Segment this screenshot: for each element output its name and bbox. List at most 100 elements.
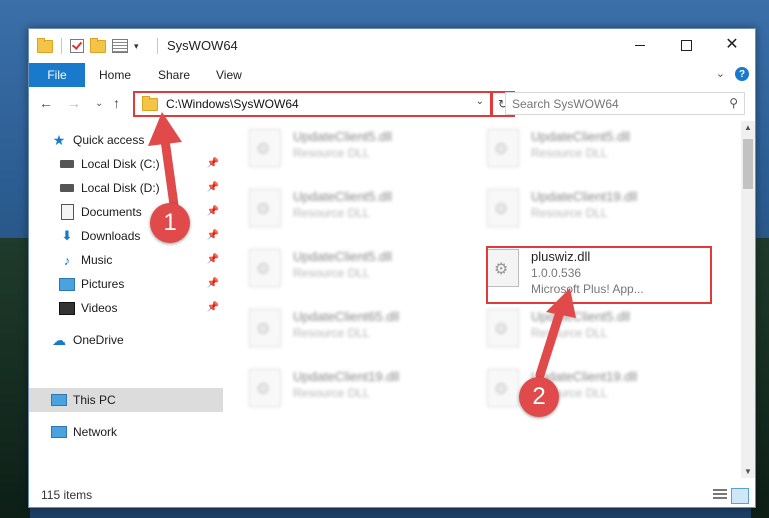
help-icon[interactable]: ? — [735, 67, 749, 81]
large-icons-view-icon[interactable] — [731, 488, 749, 504]
file-name: UpdateClient5.dll — [293, 249, 393, 264]
pin-icon[interactable]: 📌 — [207, 302, 219, 313]
title-separator — [157, 38, 158, 54]
drive-icon — [59, 180, 75, 196]
details-view-icon[interactable] — [713, 489, 727, 501]
file-item[interactable]: UpdateClient65.dll Resource DLL — [249, 309, 479, 359]
dll-file-icon — [249, 369, 281, 407]
sidebar-item-quick-access[interactable]: ★ Quick access — [29, 128, 223, 152]
pin-icon[interactable]: 📌 — [207, 182, 219, 193]
file-name: UpdateClient5.dll — [293, 189, 393, 204]
sidebar-item-this-pc[interactable]: This PC — [29, 388, 223, 412]
star-icon: ★ — [52, 131, 66, 148]
customize-dropdown-icon[interactable]: ▾ — [134, 41, 139, 52]
dll-file-icon — [249, 309, 281, 347]
step-2-badge: 2 — [519, 377, 559, 417]
sidebar-item-documents[interactable]: Documents 📌 — [29, 200, 223, 224]
documents-icon — [59, 204, 75, 220]
folder-icon[interactable] — [37, 37, 53, 53]
sidebar-item-pictures[interactable]: Pictures 📌 — [29, 272, 223, 296]
sidebar-item-music[interactable]: ♪ Music 📌 — [29, 248, 223, 272]
minimize-button[interactable] — [617, 29, 663, 61]
ribbon-tabs: File Home Share View ⌄ ? — [29, 63, 755, 88]
navigation-pane: ★ Quick access Local Disk (C:) 📌 Local D… — [29, 121, 223, 478]
close-icon: ✕ — [725, 36, 739, 53]
sidebar-item-network[interactable]: Network — [29, 420, 223, 444]
recent-locations-icon[interactable]: ⌄ — [95, 98, 103, 109]
dll-file-icon — [249, 249, 281, 287]
address-bar[interactable]: C:\Windows\SysWOW64 ⌄ — [133, 91, 492, 117]
file-item[interactable]: UpdateClient5.dll Resource DLL — [249, 249, 479, 299]
customize-icon[interactable] — [112, 39, 128, 53]
pin-icon[interactable]: 📌 — [207, 230, 219, 241]
file-item[interactable]: UpdateClient5.dll Resource DLL — [487, 309, 717, 359]
search-box[interactable]: ⚲ — [505, 92, 745, 115]
file-description: Resource DLL — [531, 326, 608, 340]
videos-icon — [59, 300, 75, 316]
vertical-scrollbar[interactable]: ▲ ▼ — [741, 121, 755, 478]
file-name: UpdateClient5.dll — [531, 309, 631, 324]
tab-file[interactable]: File — [29, 63, 85, 87]
file-description: Resource DLL — [293, 266, 370, 280]
address-dropdown-icon[interactable]: ⌄ — [476, 96, 484, 107]
pin-icon[interactable]: 📌 — [207, 254, 219, 265]
file-item[interactable]: UpdateClient19.dll Resource DLL — [249, 369, 479, 419]
file-description: Resource DLL — [293, 386, 370, 400]
search-input[interactable] — [506, 95, 714, 112]
scroll-down-icon[interactable]: ▼ — [744, 467, 752, 476]
new-folder-icon[interactable] — [90, 37, 106, 53]
pin-icon[interactable]: 📌 — [207, 158, 219, 169]
sidebar-item-local-disk-d[interactable]: Local Disk (D:) 📌 — [29, 176, 223, 200]
file-description: Resource DLL — [293, 206, 370, 220]
dll-file-icon — [249, 129, 281, 167]
sidebar-item-videos[interactable]: Videos 📌 — [29, 296, 223, 320]
music-icon: ♪ — [63, 252, 71, 268]
scroll-up-icon[interactable]: ▲ — [744, 123, 752, 132]
properties-check-icon[interactable] — [70, 39, 84, 53]
file-description: Resource DLL — [293, 326, 370, 340]
sidebar-item-label: Local Disk (C:) — [81, 157, 160, 171]
status-bar: 115 items — [29, 483, 755, 507]
forward-arrow-icon[interactable]: → — [67, 95, 81, 111]
up-arrow-icon[interactable]: ↑ — [113, 95, 120, 111]
pluswiz-highlight-box — [486, 246, 712, 304]
file-item[interactable]: UpdateClient19.dll Resource DLL — [487, 189, 717, 239]
window-title: SysWOW64 — [167, 38, 238, 53]
toolbar-separator — [61, 38, 62, 54]
minimize-icon — [635, 44, 645, 46]
scroll-thumb[interactable] — [743, 139, 753, 189]
file-item[interactable]: UpdateClient5.dll Resource DLL — [249, 129, 479, 179]
cloud-icon: ☁ — [52, 331, 66, 348]
sidebar-item-label: Pictures — [81, 277, 125, 291]
sidebar-item-local-disk-c[interactable]: Local Disk (C:) 📌 — [29, 152, 223, 176]
tab-home[interactable]: Home — [99, 68, 131, 82]
background-tree-left — [0, 238, 30, 518]
quick-access-toolbar: ▾ — [37, 37, 139, 54]
file-explorer-window: ▾ SysWOW64 ✕ File Home Share View ⌄ ? ← … — [28, 28, 756, 508]
expand-ribbon-icon[interactable]: ⌄ — [716, 67, 725, 80]
file-item[interactable]: UpdateClient5.dll Resource DLL — [487, 129, 717, 179]
back-arrow-icon[interactable]: ← — [39, 95, 53, 111]
file-description: Resource DLL — [293, 146, 370, 160]
tab-share[interactable]: Share — [158, 68, 190, 82]
file-description: Resource DLL — [531, 206, 608, 220]
sidebar-item-label: Local Disk (D:) — [81, 181, 160, 195]
pin-icon[interactable]: 📌 — [207, 278, 219, 289]
sidebar-item-label: Network — [73, 425, 118, 439]
search-icon: ⚲ — [729, 96, 738, 110]
sidebar-item-downloads[interactable]: ⬇ Downloads 📌 — [29, 224, 223, 248]
file-item[interactable]: UpdateClient5.dll Resource DLL — [249, 189, 479, 239]
pin-icon[interactable]: 📌 — [207, 206, 219, 217]
address-path: C:\Windows\SysWOW64 — [166, 97, 299, 111]
sidebar-item-onedrive[interactable]: ☁ OneDrive — [29, 328, 223, 352]
file-name: UpdateClient5.dll — [531, 129, 631, 144]
maximize-button[interactable] — [663, 29, 709, 61]
sidebar-item-label: This PC — [73, 393, 116, 407]
sidebar-item-label: OneDrive — [73, 333, 124, 347]
tab-view[interactable]: View — [216, 68, 242, 82]
sidebar-item-label: Downloads — [81, 229, 141, 243]
dll-file-icon — [487, 129, 519, 167]
file-name: UpdateClient19.dll — [531, 189, 638, 204]
dll-file-icon — [487, 369, 519, 407]
close-button[interactable]: ✕ — [709, 29, 755, 61]
